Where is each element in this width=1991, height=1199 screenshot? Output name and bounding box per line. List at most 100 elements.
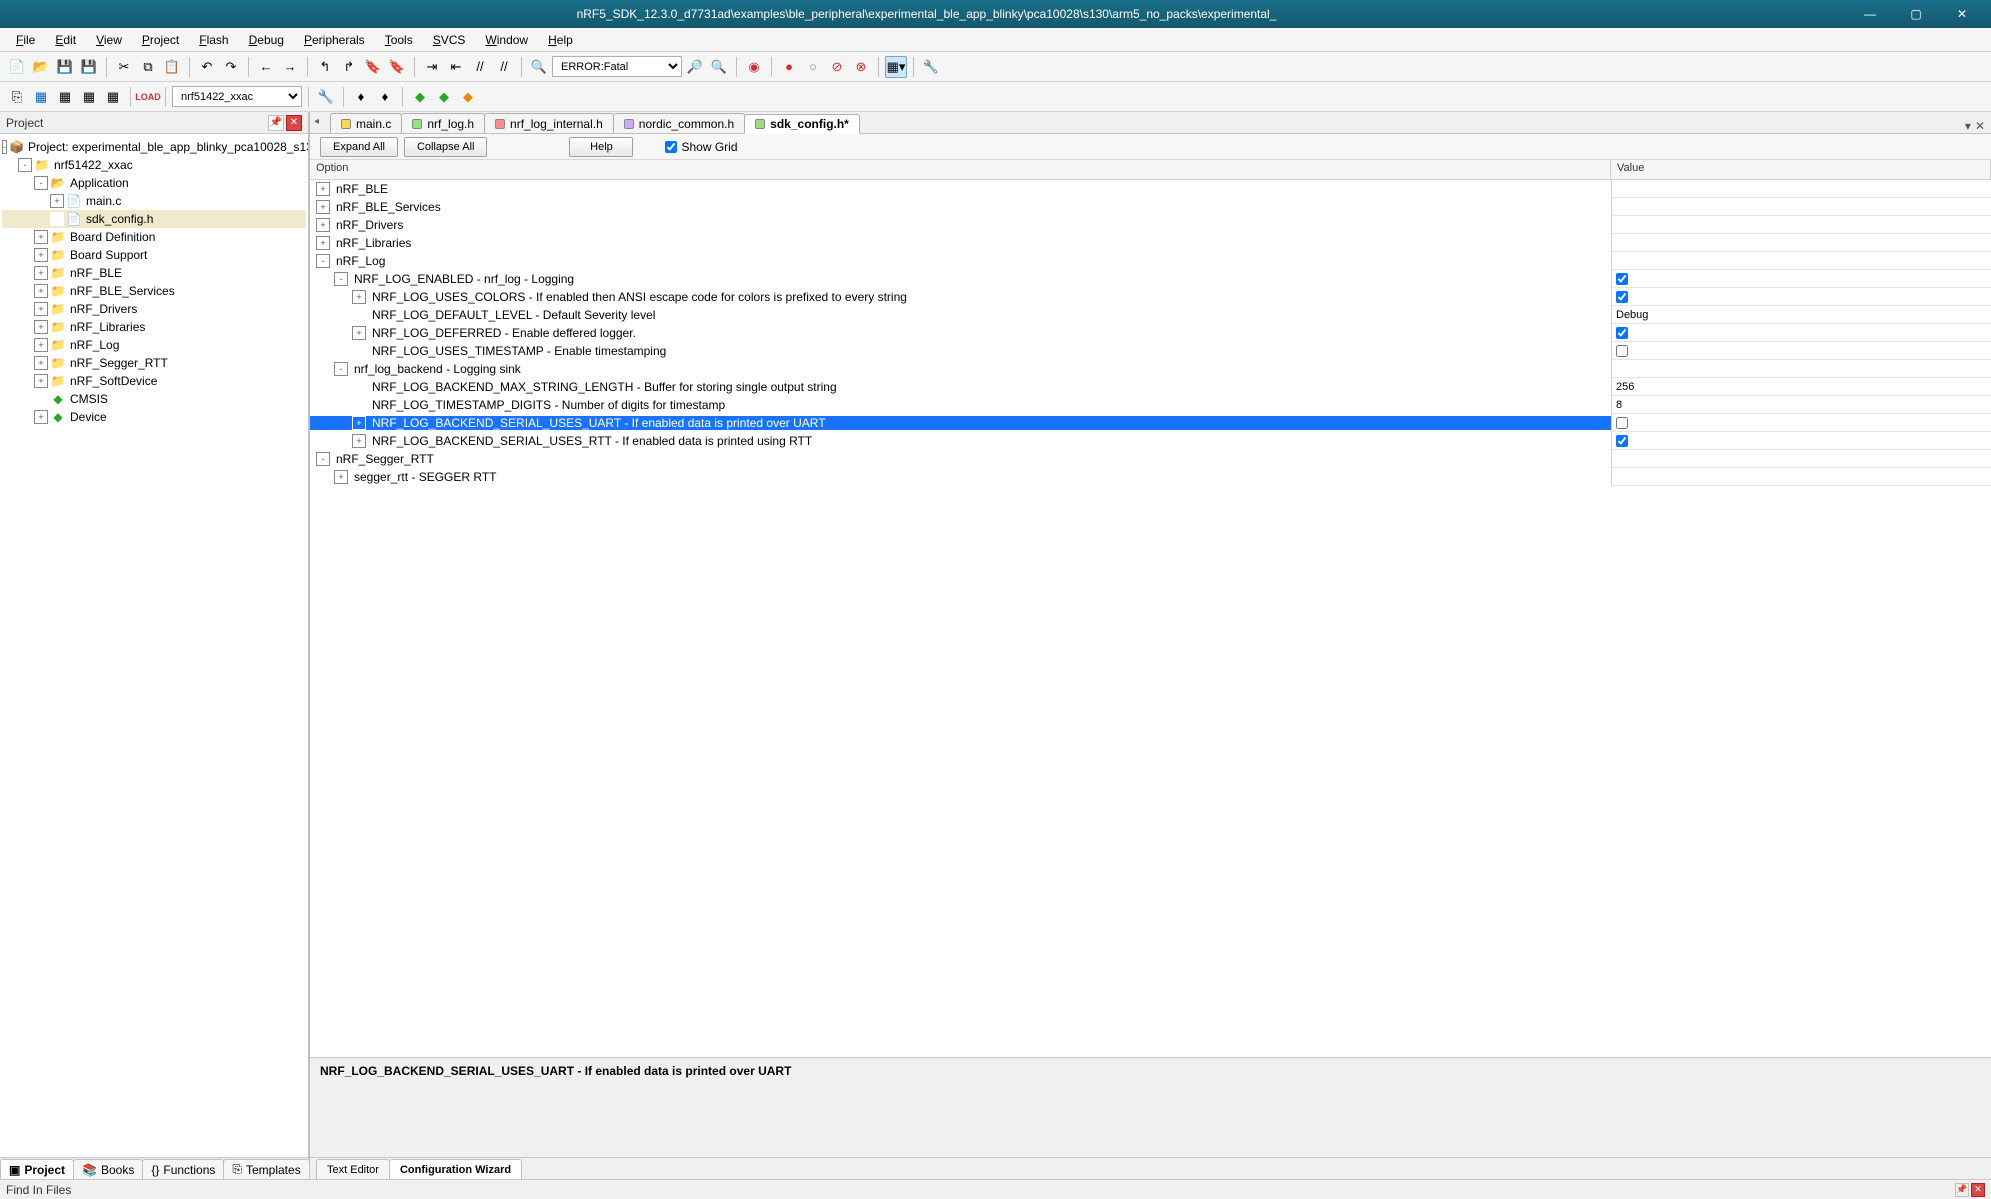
config-twistie-icon[interactable]: + [316,182,330,196]
tree-item[interactable]: +📁Board Support [2,246,306,264]
save-all-icon[interactable]: 💾 [78,56,100,78]
comment-icon[interactable]: // [469,56,491,78]
bookmark-toggle-icon[interactable]: 🔖 [362,56,384,78]
tree-item[interactable]: +📁nRF_BLE_Services [2,282,306,300]
tree-twistie-icon[interactable]: - [2,140,7,154]
project-tab-project[interactable]: ▣Project [0,1159,74,1179]
config-twistie-icon[interactable]: + [352,326,366,340]
editor-tab[interactable]: sdk_config.h* [744,114,860,134]
editor-bottom-tab-text-editor[interactable]: Text Editor [316,1159,390,1179]
config-value-cell[interactable] [1611,252,1991,270]
editor-tab[interactable]: nordic_common.h [613,113,745,133]
tree-item[interactable]: +📁nRF_Segger_RTT [2,354,306,372]
tree-item[interactable]: ◆CMSIS [2,390,306,408]
config-value-cell[interactable] [1611,180,1991,198]
error-level-combo[interactable]: ERROR:Fatal [552,56,682,77]
paste-icon[interactable]: 📋 [161,56,183,78]
tree-twistie-icon[interactable]: + [34,230,48,244]
config-twistie-icon[interactable]: - [316,452,330,466]
copy-icon[interactable]: ⧉ [137,56,159,78]
tree-twistie-icon[interactable]: + [34,320,48,334]
tree-item[interactable]: +📁nRF_SoftDevice [2,372,306,390]
menu-project[interactable]: Project [132,31,189,49]
nav-fwd-icon[interactable]: → [279,56,301,78]
config-row[interactable]: -nRF_Segger_RTT [310,450,1991,468]
config-row[interactable]: NRF_LOG_BACKEND_MAX_STRING_LENGTH - Buff… [310,378,1991,396]
menu-window[interactable]: Window [475,31,538,49]
config-row[interactable]: +nRF_Drivers [310,216,1991,234]
config-row[interactable]: NRF_LOG_USES_TIMESTAMP - Enable timestam… [310,342,1991,360]
panel-close-icon[interactable]: ✕ [286,115,302,131]
config-row[interactable]: -nRF_Log [310,252,1991,270]
tree-item[interactable]: +◆Device [2,408,306,426]
menu-peripherals[interactable]: Peripherals [294,31,375,49]
config-value-cell[interactable] [1611,234,1991,252]
stop-build-icon[interactable]: ▦ [102,86,124,108]
config-value-cell[interactable] [1611,450,1991,468]
config-twistie-icon[interactable]: + [316,236,330,250]
config-value-checkbox[interactable] [1616,435,1628,447]
config-value-cell[interactable]: 256 [1611,378,1991,396]
config-value-cell[interactable] [1611,360,1991,378]
config-value-cell[interactable] [1611,324,1991,342]
config-twistie-icon[interactable]: - [334,362,348,376]
tree-twistie-icon[interactable]: + [34,248,48,262]
new-file-icon[interactable]: 📄 [6,56,28,78]
config-value-cell[interactable] [1611,468,1991,486]
show-grid-check[interactable]: Show Grid [665,140,737,154]
config-twistie-icon[interactable]: + [352,416,366,430]
breakpoint-insert-icon[interactable]: ● [778,56,800,78]
config-twistie-icon[interactable]: - [316,254,330,268]
config-value-cell[interactable] [1611,216,1991,234]
menu-svcs[interactable]: SVCS [423,31,476,49]
select-packs-icon[interactable]: ♦ [374,86,396,108]
manage-rte-icon[interactable]: ◆ [433,86,455,108]
tree-item[interactable]: -📦Project: experimental_ble_app_blinky_p… [2,138,306,156]
show-grid-checkbox[interactable] [665,141,677,153]
open-file-icon[interactable]: 📂 [30,56,52,78]
indent-icon[interactable]: ⇥ [421,56,443,78]
config-row[interactable]: +NRF_LOG_DEFERRED - Enable deffered logg… [310,324,1991,342]
tree-item[interactable]: +📁nRF_Log [2,336,306,354]
tree-item[interactable]: -📂Application [2,174,306,192]
configure-icon[interactable]: 🔧 [920,56,942,78]
config-value-cell[interactable] [1611,342,1991,360]
incremental-find-icon[interactable]: 🔍 [708,56,730,78]
breakpoint-kill-icon[interactable]: ⊘ [826,56,848,78]
menu-view[interactable]: View [86,31,132,49]
config-twistie-icon[interactable]: + [316,200,330,214]
bookmark-next-icon[interactable]: ↱ [338,56,360,78]
editor-tab[interactable]: main.c [330,113,402,133]
config-value-cell[interactable] [1611,432,1991,450]
tree-item[interactable]: +📁Board Definition [2,228,306,246]
tab-close-icon[interactable]: ✕ [1975,119,1985,133]
tree-twistie-icon[interactable]: - [34,176,48,190]
undo-icon[interactable]: ↶ [196,56,218,78]
tree-twistie-icon[interactable]: - [18,158,32,172]
menu-file[interactable]: File [6,31,45,49]
config-value-cell[interactable]: 8 [1611,396,1991,414]
cut-icon[interactable]: ✂ [113,56,135,78]
tree-item[interactable]: 📄sdk_config.h [2,210,306,228]
redo-icon[interactable]: ↷ [220,56,242,78]
panel-pin-icon[interactable]: 📌 [268,115,284,131]
tree-twistie-icon[interactable]: + [34,284,48,298]
tree-item[interactable]: -📁nrf51422_xxac [2,156,306,174]
uncomment-icon[interactable]: // [493,56,515,78]
config-row[interactable]: +segger_rtt - SEGGER RTT [310,468,1991,486]
help-button[interactable]: Help [569,137,633,157]
tree-twistie-icon[interactable]: + [34,266,48,280]
config-twistie-icon[interactable]: + [334,470,348,484]
find-in-files-icon[interactable]: 🔎 [684,56,706,78]
config-twistie-icon[interactable]: - [334,272,348,286]
config-value-cell[interactable] [1611,198,1991,216]
tree-twistie-icon[interactable]: + [34,410,48,424]
save-icon[interactable]: 💾 [54,56,76,78]
config-value-checkbox[interactable] [1616,273,1628,285]
config-value-checkbox[interactable] [1616,417,1628,429]
tree-twistie-icon[interactable]: + [50,194,64,208]
tree-item[interactable]: +📁nRF_Libraries [2,318,306,336]
pack-installer-icon[interactable]: ◆ [409,86,431,108]
tree-item[interactable]: +📄main.c [2,192,306,210]
config-row[interactable]: NRF_LOG_TIMESTAMP_DIGITS - Number of dig… [310,396,1991,414]
